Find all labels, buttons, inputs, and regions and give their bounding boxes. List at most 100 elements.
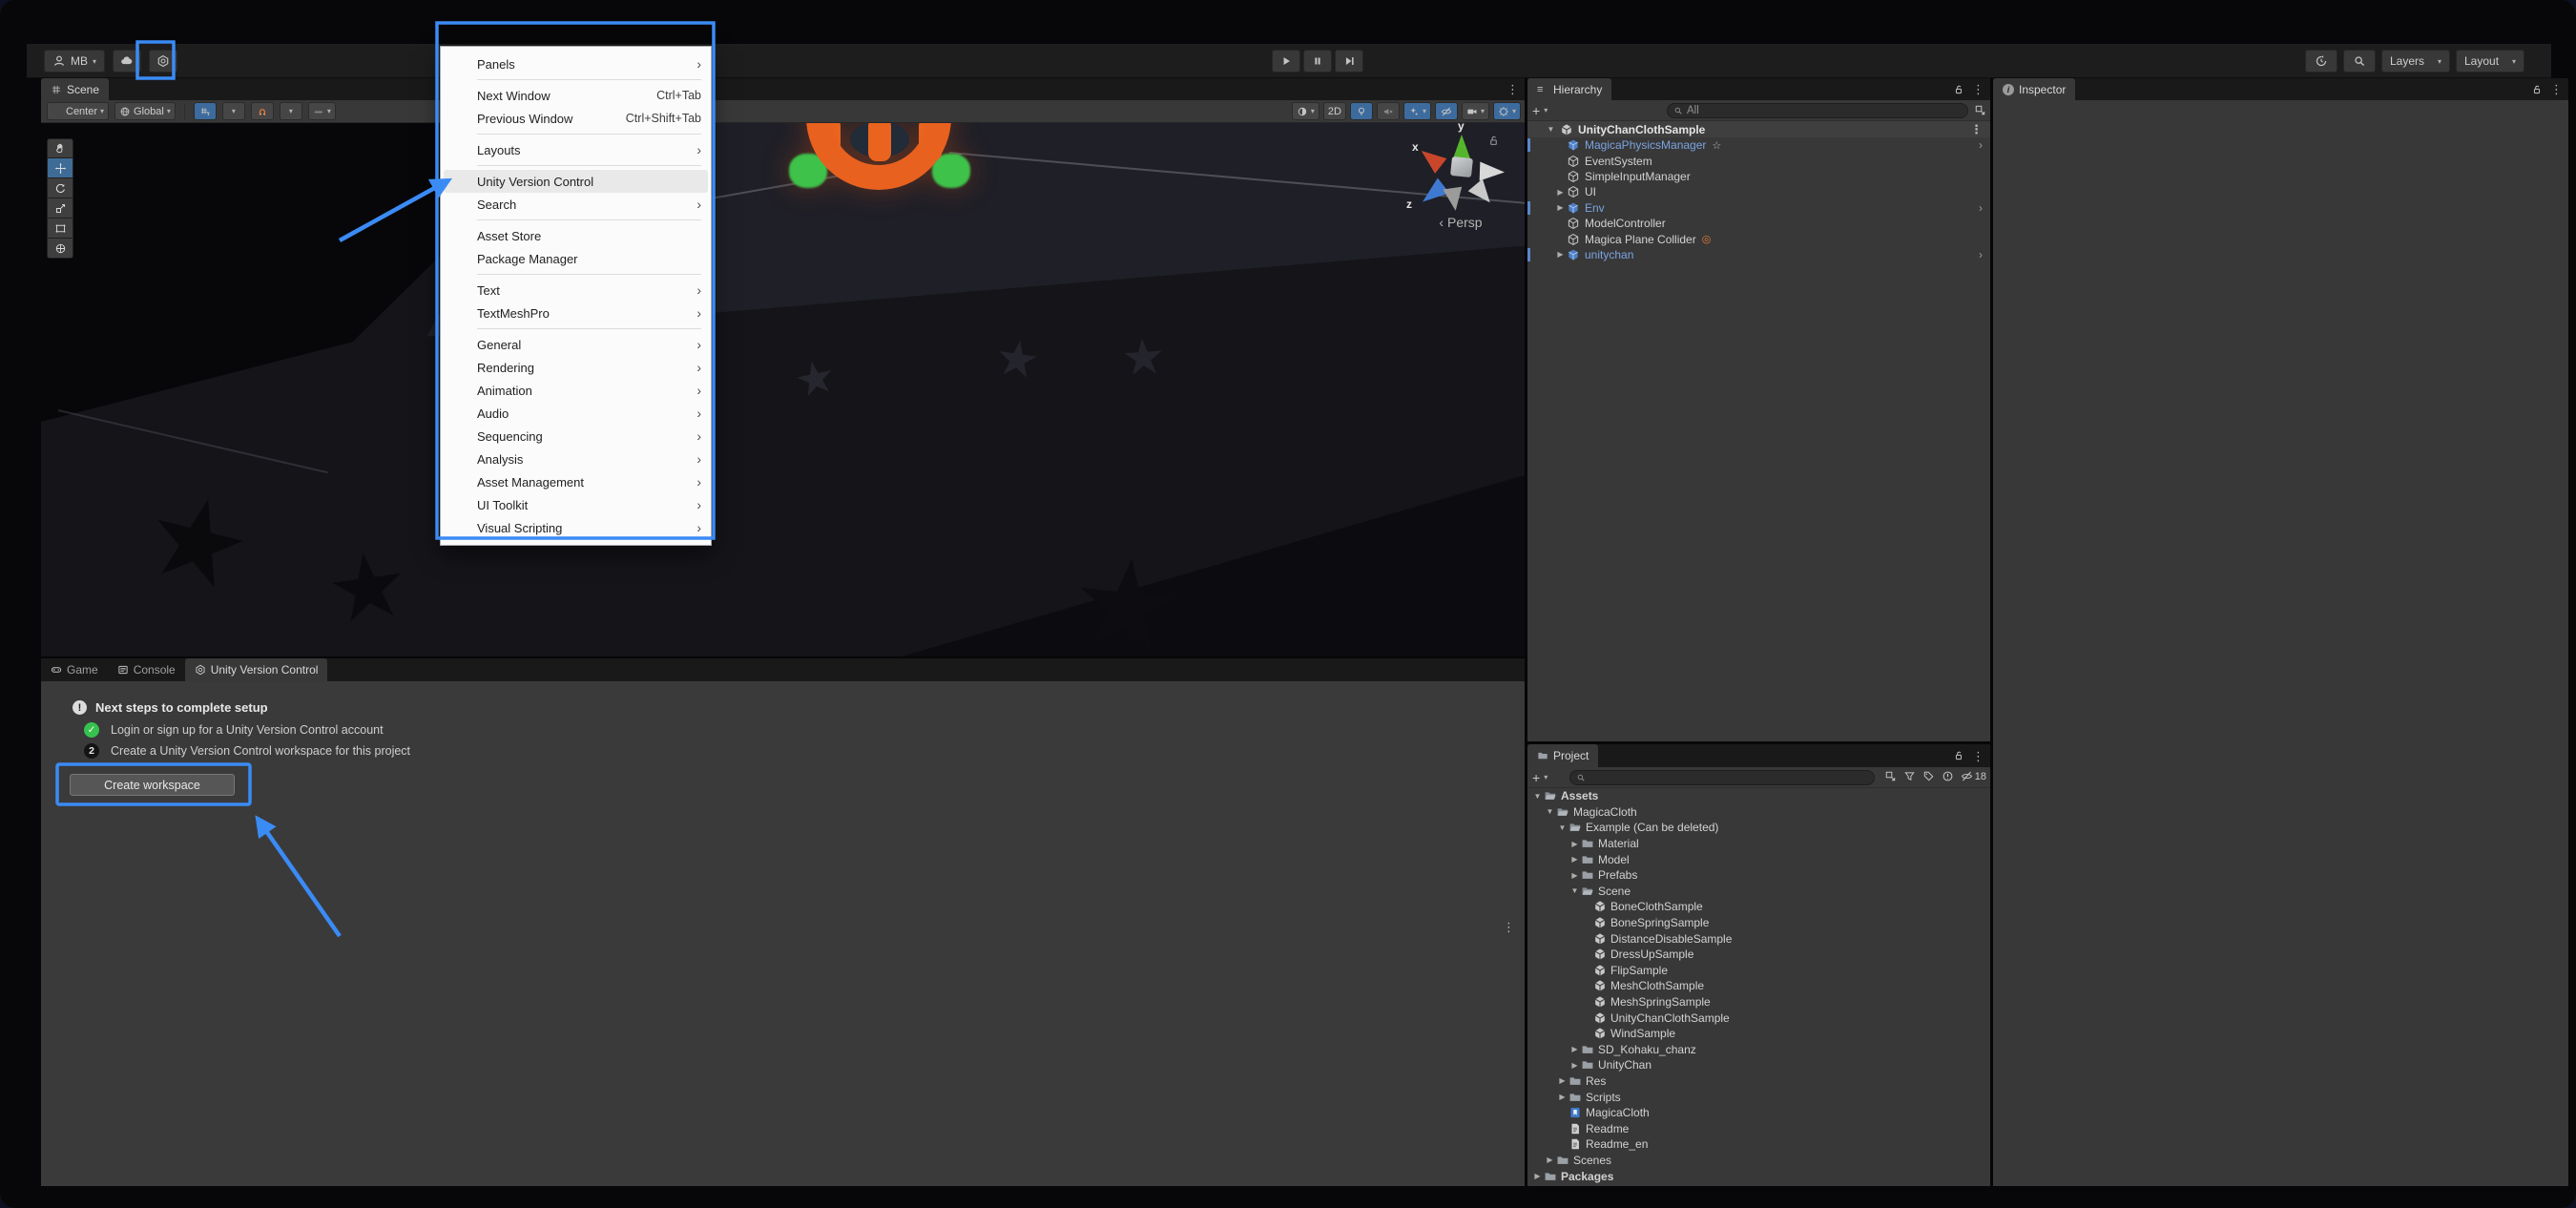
expand-arrow-icon[interactable] (1544, 807, 1556, 816)
expand-arrow-icon[interactable] (1568, 886, 1581, 895)
cloud-services-button[interactable] (113, 50, 142, 73)
project-search[interactable] (1569, 770, 1875, 785)
hierarchy-search[interactable] (1667, 103, 1968, 118)
project-tree-row[interactable]: Scene (1527, 884, 1990, 900)
expand-arrow-icon[interactable] (1568, 1061, 1581, 1070)
hidden-packages-icon[interactable] (1942, 770, 1954, 782)
menu-item[interactable]: › (441, 216, 711, 224)
tool-handle-rotation-dropdown[interactable]: Global ▾ (114, 102, 176, 120)
menu-item[interactable]: Search › (441, 193, 711, 216)
project-tree-row[interactable]: MeshSpringSample (1527, 994, 1990, 1010)
project-tree-row[interactable]: Readme (1527, 1120, 1990, 1136)
menu-item[interactable]: › (441, 75, 711, 84)
menu-item[interactable]: › (441, 161, 711, 170)
tab-inspector[interactable]: i Inspector (1993, 78, 2076, 100)
menu-item[interactable]: Visual Scripting › (441, 516, 711, 539)
expand-arrow-icon[interactable] (1568, 1045, 1581, 1053)
project-tree-row[interactable]: Prefabs (1527, 867, 1990, 884)
hierarchy-item[interactable]: UI ☆ ◎ › (1527, 184, 1990, 199)
hierarchy-item[interactable]: unitychan ☆ ◎ › (1527, 247, 1990, 262)
menu-item[interactable]: › (441, 324, 711, 333)
menu-item[interactable]: Sequencing › (441, 425, 711, 448)
menu-item[interactable]: Analysis › (441, 448, 711, 470)
menu-item[interactable]: Panels › (441, 52, 711, 75)
menu-item[interactable]: TextMeshPro › (441, 302, 711, 324)
rect-tool-button[interactable] (47, 219, 73, 239)
chevron-down-icon[interactable]: ▾ (1544, 773, 1548, 781)
snap-settings-button[interactable]: ▾ (307, 102, 336, 120)
project-tree-row[interactable]: DressUpSample (1527, 947, 1990, 963)
undo-history-button[interactable] (2305, 50, 2337, 73)
expand-arrow-icon[interactable] (1554, 203, 1567, 212)
hierarchy-item[interactable]: ModelController ☆ ◎ › (1527, 216, 1990, 231)
gizmo-cone[interactable] (1467, 178, 1498, 209)
project-tree-row[interactable]: WindSample (1527, 1026, 1990, 1042)
menu-item[interactable]: Previous Window Ctrl+Shift+Tab › (441, 107, 711, 130)
expand-arrow-icon[interactable] (1554, 250, 1567, 259)
project-tree-row[interactable]: Scripts (1527, 1089, 1990, 1105)
expand-arrow-icon[interactable] (1556, 1076, 1568, 1085)
project-tree-row[interactable]: Model (1527, 851, 1990, 867)
hierarchy-item[interactable]: Magica Plane Collider ☆ ◎ › (1527, 231, 1990, 246)
project-tree-row[interactable]: UnityChan (1527, 1057, 1990, 1073)
menu-item[interactable]: › (441, 130, 711, 138)
hidden-objects-toggle[interactable] (1434, 102, 1458, 120)
add-asset-button[interactable]: + (1532, 771, 1540, 784)
menu-item[interactable]: Next Window Ctrl+Tab › (441, 84, 711, 107)
create-workspace-button[interactable]: Create workspace (70, 774, 235, 796)
version-control-button[interactable] (149, 50, 178, 73)
lock-icon[interactable] (2531, 84, 2543, 95)
menu-item[interactable]: Layouts › (441, 138, 711, 161)
audio-toggle[interactable] (1376, 102, 1400, 120)
step-button[interactable] (1335, 50, 1363, 73)
tab-hierarchy[interactable]: ≡ Hierarchy (1527, 78, 1612, 100)
expand-arrow-icon[interactable] (1531, 1172, 1544, 1180)
project-tree-row[interactable]: BoneClothSample (1527, 899, 1990, 915)
tab-project[interactable]: Project (1527, 744, 1599, 767)
project-menu-icon[interactable]: ⋮ (1972, 750, 1984, 762)
prefab-chevron-icon[interactable]: › (1979, 201, 1983, 215)
expand-arrow-icon[interactable] (1568, 840, 1581, 848)
expand-arrow-icon[interactable] (1568, 871, 1581, 880)
move-tool-button[interactable] (47, 158, 73, 178)
account-dropdown[interactable]: MB ▾ (44, 50, 106, 73)
hidden-count-toggle[interactable]: 18 (1961, 770, 1986, 782)
hierarchy-search-input[interactable] (1687, 105, 1962, 116)
effects-dropdown[interactable]: ▾ (1402, 102, 1431, 120)
picker-icon[interactable] (1884, 770, 1897, 782)
scene-row-menu-icon[interactable]: ⋮ (1970, 123, 1983, 135)
tab-scene[interactable]: Scene (41, 78, 110, 100)
hierarchy-item[interactable]: MagicaPhysicsManager ☆ ◎ › (1527, 137, 1990, 153)
layers-dropdown[interactable]: Layers ▾ (2381, 50, 2450, 73)
project-tree-row[interactable]: MagicaCloth (1527, 1105, 1990, 1121)
bottom-panel-menu-icon[interactable]: ⋮ (1503, 921, 1515, 933)
scene-viewport[interactable]: ★ ★ ★ ★ ★ ★ ★ (41, 123, 1525, 656)
menu-item[interactable]: Animation › (441, 379, 711, 402)
project-tree-row[interactable]: Packages (1527, 1168, 1990, 1184)
menu-item[interactable]: General › (441, 333, 711, 356)
grid-snap-toggle[interactable] (193, 102, 217, 120)
shading-mode-dropdown[interactable]: ▾ (1291, 102, 1319, 120)
hierarchy-item[interactable]: SimpleInputManager ☆ ◎ › (1527, 169, 1990, 184)
expand-arrow-icon[interactable] (1554, 188, 1567, 197)
project-tree-row[interactable]: FlipSample (1527, 963, 1990, 979)
menu-item[interactable]: Audio › (441, 402, 711, 425)
add-object-button[interactable]: + (1532, 104, 1540, 117)
hierarchy-menu-icon[interactable]: ⋮ (1972, 83, 1984, 95)
project-tree-row[interactable]: Material (1527, 836, 1990, 852)
grid-snap-options[interactable]: ▾ (221, 102, 245, 120)
layout-dropdown[interactable]: Layout ▾ (2456, 50, 2524, 73)
bottom-panel-tab[interactable]: Game (41, 658, 108, 681)
project-tree-row[interactable]: Assets (1527, 788, 1990, 804)
project-tree-row[interactable]: Scenes (1527, 1153, 1990, 1169)
inspector-menu-icon[interactable]: ⋮ (2550, 83, 2563, 95)
tool-handle-pivot-dropdown[interactable]: Center ▾ (47, 102, 110, 120)
rotate-tool-button[interactable] (47, 178, 73, 198)
menu-item[interactable]: Rendering › (441, 356, 711, 379)
scale-tool-button[interactable] (47, 198, 73, 219)
project-tree-row[interactable]: BoneSpringSample (1527, 915, 1990, 931)
bottom-panel-tab[interactable]: Console (108, 658, 185, 681)
project-tree-row[interactable]: UnityChanClothSample (1527, 1010, 1990, 1026)
orientation-gizmo[interactable]: y x z (1401, 123, 1525, 249)
play-button[interactable] (1272, 50, 1300, 73)
